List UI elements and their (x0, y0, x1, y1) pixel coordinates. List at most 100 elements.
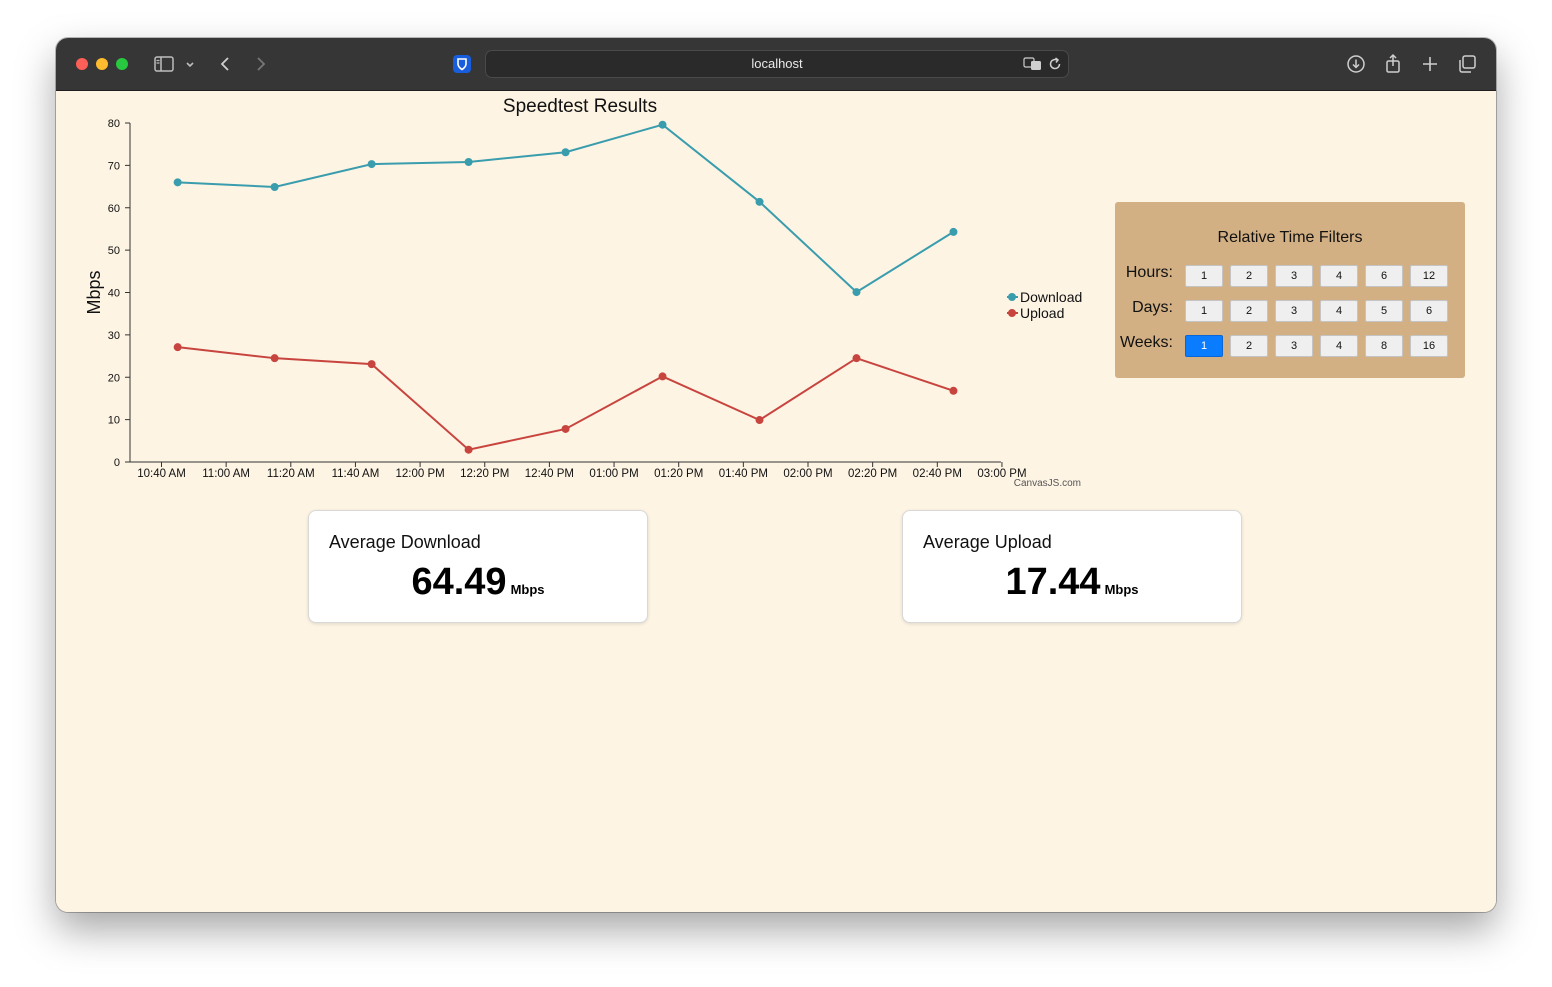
legend-marker-download (1008, 293, 1016, 301)
page-content: Speedtest Results Mbps 0 10 20 30 40 50 60 70 80 10… (56, 91, 1496, 912)
x-tick-label: 01:00 PM (589, 468, 638, 480)
data-point-upload (561, 424, 570, 433)
y-tick-label: 60 (108, 203, 120, 215)
y-tick-label: 10 (108, 415, 120, 427)
chevron-down-icon[interactable] (180, 52, 200, 76)
filter-button-hours-12[interactable]: 12 (1410, 265, 1448, 287)
filter-button-hours-4[interactable]: 4 (1320, 265, 1358, 287)
browser-toolbar: localhost (56, 38, 1496, 91)
filter-button-hours-1[interactable]: 1 (1185, 265, 1223, 287)
browser-window: localhost Speedtest Results Mbps 0 10 20… (56, 38, 1496, 912)
chart-title: Speedtest Results (503, 96, 657, 117)
legend-label-download: Download (1020, 289, 1082, 305)
reload-icon[interactable] (1046, 55, 1064, 73)
x-tick-label: 01:20 PM (654, 468, 703, 480)
filter-button-days-2[interactable]: 2 (1230, 300, 1268, 322)
filters-title: Relative Time Filters (1217, 229, 1363, 246)
data-point-upload (755, 416, 764, 425)
data-point-upload (270, 354, 279, 363)
x-tick-label: 10:40 AM (137, 468, 186, 480)
filter-button-days-4[interactable]: 4 (1320, 300, 1358, 322)
y-tick-label: 0 (114, 457, 120, 469)
speedtest-chart: Speedtest Results Mbps 0 10 20 30 40 50 60 70 80 10… (84, 96, 1082, 489)
average-upload-title: Average Upload (923, 532, 1052, 552)
x-tick-label: 02:00 PM (783, 468, 832, 480)
filter-button-weeks-1[interactable]: 1 (1185, 335, 1223, 357)
data-point-download (173, 178, 182, 187)
address-text: localhost (751, 56, 803, 71)
data-point-download (852, 288, 861, 297)
data-point-upload (658, 372, 667, 381)
data-point-upload (464, 445, 473, 454)
relative-time-filters: Relative Time Filters Hours: 1 2 3 4 6 12 Days:… (1115, 202, 1465, 378)
average-download-card: Average Download 64.49 Mbps (308, 510, 648, 623)
data-point-download (270, 182, 279, 191)
x-tick-label: 01:40 PM (719, 468, 768, 480)
filter-button-days-3[interactable]: 3 (1275, 300, 1313, 322)
x-tick-label: 02:20 PM (848, 468, 897, 480)
password-manager-shield-icon[interactable] (450, 52, 474, 76)
data-point-upload (949, 386, 958, 395)
filter-button-weeks-16[interactable]: 16 (1410, 335, 1448, 357)
x-tick-label: 12:00 PM (395, 468, 444, 480)
filter-button-days-1[interactable]: 1 (1185, 300, 1223, 322)
zoom-window-button[interactable] (116, 58, 128, 70)
data-point-upload (852, 354, 861, 363)
filter-button-weeks-2[interactable]: 2 (1230, 335, 1268, 357)
average-upload-unit: Mbps (1104, 582, 1139, 597)
average-download-value-row: 64.49 Mbps (309, 561, 647, 604)
data-point-download (561, 148, 570, 157)
filter-button-days-5[interactable]: 5 (1365, 300, 1403, 322)
filter-row-label-1: Days: (1132, 299, 1173, 316)
download-icon[interactable] (1344, 52, 1368, 76)
y-tick-label: 40 (108, 288, 120, 300)
series-line-upload (177, 346, 954, 451)
sidebar-icon[interactable] (152, 52, 176, 76)
filter-button-weeks-3[interactable]: 3 (1275, 335, 1313, 357)
minimize-window-button[interactable] (96, 58, 108, 70)
filter-button-weeks-8[interactable]: 8 (1365, 335, 1403, 357)
average-upload-value-row: 17.44 Mbps (903, 561, 1241, 604)
x-tick-label: 11:40 AM (332, 468, 380, 480)
filter-button-weeks-4[interactable]: 4 (1320, 335, 1358, 357)
y-tick-label: 20 (108, 372, 120, 384)
average-download-unit: Mbps (510, 582, 545, 597)
y-tick-label: 70 (108, 160, 120, 172)
legend-marker-upload (1008, 309, 1016, 317)
average-download-value: 64.49 (411, 561, 507, 603)
average-upload-value: 17.44 (1005, 561, 1101, 603)
close-window-button[interactable] (76, 58, 88, 70)
address-bar[interactable]: localhost (485, 50, 1069, 78)
data-point-download (755, 197, 764, 206)
chart-credit: CanvasJS.com (1014, 478, 1081, 489)
filter-button-hours-3[interactable]: 3 (1275, 265, 1313, 287)
legend-label-upload: Upload (1020, 305, 1064, 321)
tab-overview-icon[interactable] (1455, 52, 1479, 76)
x-tick-label: 11:20 AM (267, 468, 315, 480)
y-axis-label: Mbps (84, 270, 104, 314)
x-tick-label: 12:40 PM (525, 468, 574, 480)
data-point-upload (367, 360, 376, 369)
average-upload-card: Average Upload 17.44 Mbps (902, 510, 1242, 623)
data-point-download (367, 160, 376, 169)
filter-button-days-6[interactable]: 6 (1410, 300, 1448, 322)
x-tick-label: 02:40 PM (913, 468, 962, 480)
translate-icon[interactable] (1023, 55, 1043, 73)
x-tick-label: 11:00 AM (202, 468, 250, 480)
y-tick-label: 30 (108, 330, 120, 342)
data-point-download (658, 120, 667, 129)
data-point-download (464, 157, 473, 166)
filter-button-hours-2[interactable]: 2 (1230, 265, 1268, 287)
filter-row-label-0: Hours: (1125, 264, 1173, 281)
y-tick-label: 80 (108, 118, 120, 130)
filter-row-label-2: Weeks: (1119, 334, 1173, 351)
back-icon[interactable] (214, 52, 238, 76)
filter-button-hours-6[interactable]: 6 (1365, 265, 1403, 287)
data-point-upload (173, 343, 182, 352)
data-point-download (949, 227, 958, 236)
x-tick-label: 12:20 PM (460, 468, 509, 480)
share-icon[interactable] (1381, 52, 1405, 76)
average-download-title: Average Download (329, 532, 481, 552)
forward-icon[interactable] (248, 52, 272, 76)
new-tab-icon[interactable] (1418, 52, 1442, 76)
